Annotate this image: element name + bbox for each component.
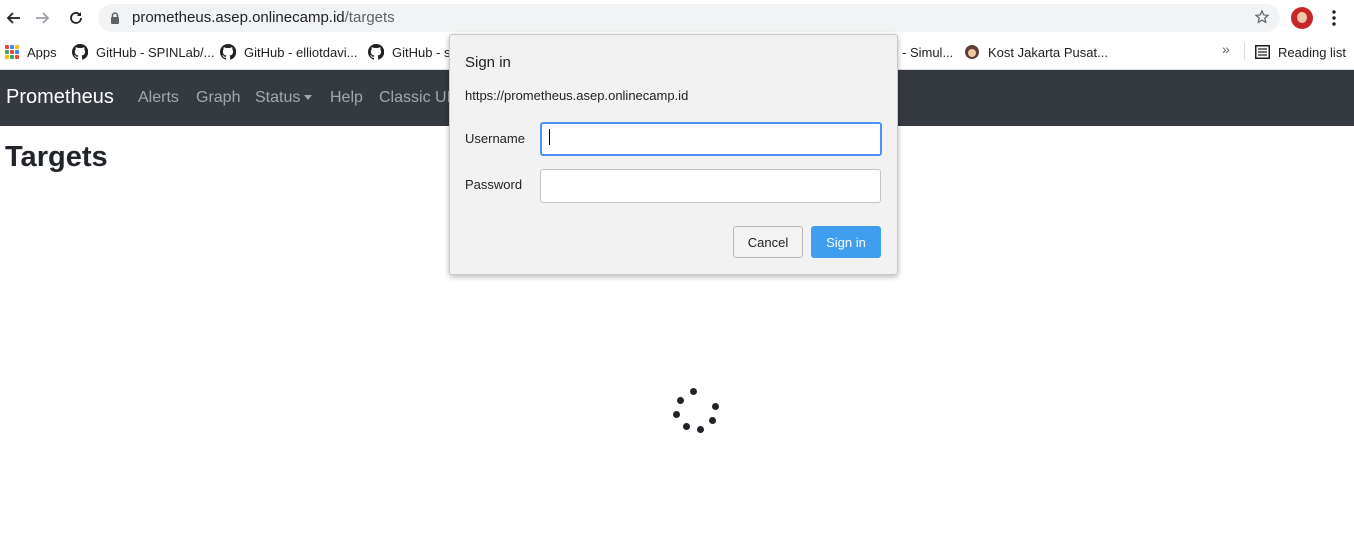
browser-menu-icon[interactable] [1326,8,1342,28]
loading-spinner-icon [672,387,722,435]
bookmark-item[interactable]: GitHub - SPINLab/... [72,42,215,62]
browser-toolbar: prometheus.asep.onlinecamp.id/targets [0,0,1354,36]
username-field-wrap [540,122,882,156]
dialog-title: Sign in [465,54,511,71]
back-arrow-icon [6,12,20,24]
bookmark-label: - Simul... [902,44,954,60]
github-icon [368,44,384,60]
apps-grid-icon [5,45,19,59]
app-brand[interactable]: Prometheus [6,86,114,109]
github-icon [72,44,88,60]
bookmark-label: GitHub - sa [392,44,458,60]
reading-list-icon [1255,45,1270,59]
profile-avatar[interactable] [1291,7,1313,29]
address-bar[interactable]: prometheus.asep.onlinecamp.id/targets [98,4,1280,32]
bookmark-apps[interactable]: Apps [5,42,57,62]
kost-favicon-icon [964,44,980,60]
address-url: prometheus.asep.onlinecamp.id/targets [132,9,395,26]
bookmark-item[interactable]: GitHub - elliotdavi... [220,42,357,62]
bookmark-item[interactable]: GitHub - sa [368,42,458,62]
text-cursor [549,129,550,145]
reading-list-button[interactable]: Reading list [1255,42,1346,62]
dialog-origin: https://prometheus.asep.onlinecamp.id [465,88,689,103]
nav-help[interactable]: Help [330,89,363,107]
page-title: Targets [5,141,108,173]
url-host: prometheus.asep.onlinecamp.id [132,9,345,26]
cancel-button[interactable]: Cancel [733,226,803,258]
url-path: /targets [344,9,395,26]
nav-classic-ui[interactable]: Classic UI [379,89,451,107]
bookmark-label: GitHub - elliotdavi... [244,44,358,60]
github-icon [220,44,236,60]
reload-icon [70,12,82,24]
bookmark-label: Apps [27,44,57,60]
username-input[interactable] [540,122,882,156]
nav-status[interactable]: Status [255,89,313,107]
dropdown-caret-icon [304,95,313,101]
sign-in-button[interactable]: Sign in [811,226,881,258]
bookmark-item[interactable]: Kost Jakarta Pusat... [964,42,1108,62]
bookmarks-divider [1244,42,1245,60]
reload-button[interactable] [64,6,88,30]
username-label: Username [465,131,525,146]
password-label: Password [465,177,523,192]
bookmarks-overflow-chevron-icon[interactable]: » [1222,41,1230,57]
lock-icon [111,12,119,24]
password-input[interactable] [540,169,881,203]
bookmark-label: GitHub - SPINLab/... [96,44,215,60]
reading-list-label: Reading list [1278,44,1346,60]
forward-button[interactable] [31,6,55,30]
forward-arrow-icon [36,12,50,24]
sign-in-dialog: Sign in https://prometheus.asep.onlineca… [449,34,898,275]
back-button[interactable] [1,6,25,30]
bookmark-item[interactable]: - Simul... [902,42,953,62]
nav-graph[interactable]: Graph [196,89,240,107]
nav-alerts[interactable]: Alerts [138,89,179,107]
bookmark-label: Kost Jakarta Pusat... [988,44,1108,60]
nav-status-label: Status [255,89,301,106]
bookmark-star-icon[interactable] [1254,9,1270,25]
